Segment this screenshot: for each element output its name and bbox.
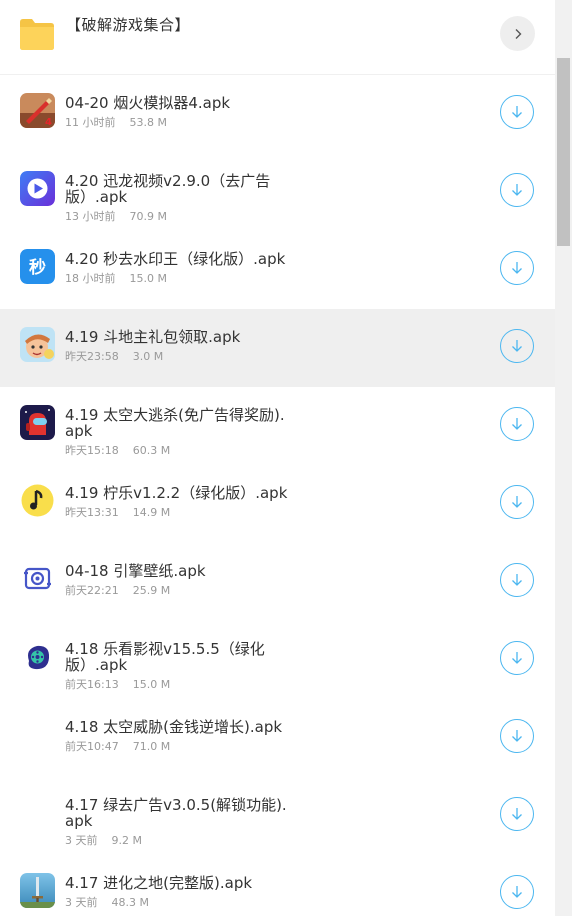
folder-icon bbox=[18, 14, 56, 52]
file-size: 14.9 M bbox=[132, 506, 171, 519]
download-arrow-icon bbox=[512, 418, 522, 430]
play-icon bbox=[20, 171, 55, 206]
file-meta: 前天10:47 71.0 M bbox=[65, 738, 170, 754]
file-name[interactable]: 4.19 斗地主礼包领取.apk bbox=[65, 329, 290, 345]
file-name[interactable]: 4.17 进化之地(完整版).apk bbox=[65, 875, 290, 891]
download-button[interactable] bbox=[500, 407, 534, 441]
download-button[interactable] bbox=[500, 719, 534, 753]
sword-icon bbox=[20, 873, 55, 908]
file-row[interactable]: 4.20 迅龙视频v2.9.0（去广告版）.apk 13 小时前 70.9 M bbox=[0, 153, 555, 231]
chevron-right-icon bbox=[515, 28, 521, 39]
file-row[interactable]: 4.17 进化之地(完整版).apk 3 天前 48.3 M bbox=[0, 855, 555, 916]
file-row[interactable]: 4.19 柠乐v1.2.2（绿化版）.apk 昨天13:31 14.9 M bbox=[0, 465, 555, 543]
miao-icon-text: 秒 bbox=[29, 257, 46, 278]
download-button[interactable] bbox=[500, 251, 534, 285]
file-meta: 3 天前 9.2 M bbox=[65, 832, 142, 848]
download-button[interactable] bbox=[500, 875, 534, 909]
file-size: 53.8 M bbox=[129, 116, 167, 129]
file-size: 70.9 M bbox=[129, 210, 167, 223]
download-button[interactable] bbox=[500, 563, 534, 597]
file-meta: 18 小时前 15.0 M bbox=[65, 270, 167, 286]
file-size: 71.0 M bbox=[132, 740, 171, 753]
download-arrow-icon bbox=[512, 652, 522, 664]
file-time: 昨天13:31 bbox=[65, 506, 119, 519]
download-button[interactable] bbox=[500, 173, 534, 207]
blank-icon bbox=[20, 717, 55, 752]
download-arrow-icon bbox=[512, 106, 522, 118]
svg-text:4: 4 bbox=[45, 117, 52, 128]
file-row[interactable]: 4.19 斗地主礼包领取.apk 昨天23:58 3.0 M bbox=[0, 309, 555, 387]
file-meta: 3 天前 48.3 M bbox=[65, 894, 149, 910]
file-name[interactable]: 4.18 乐看影视v15.5.5（绿化版）.apk bbox=[65, 641, 290, 673]
music-note-icon bbox=[20, 483, 55, 518]
download-arrow-icon bbox=[512, 262, 522, 274]
file-row[interactable]: 秒 4.20 秒去水印王（绿化版）.apk 18 小时前 15.0 M bbox=[0, 231, 555, 309]
download-arrow-icon bbox=[512, 184, 522, 196]
file-meta: 13 小时前 70.9 M bbox=[65, 208, 167, 224]
file-size: 15.0 M bbox=[132, 678, 171, 691]
file-row[interactable]: 4.18 乐看影视v15.5.5（绿化版）.apk 前天16:13 15.0 M bbox=[0, 621, 555, 699]
file-time: 13 小时前 bbox=[65, 210, 116, 223]
file-time: 11 小时前 bbox=[65, 116, 116, 129]
file-size: 15.0 M bbox=[129, 272, 167, 285]
download-arrow-icon bbox=[512, 496, 522, 508]
file-meta: 前天22:21 25.9 M bbox=[65, 582, 170, 598]
file-time: 前天10:47 bbox=[65, 740, 119, 753]
folder-header[interactable]: 【破解游戏集合】 bbox=[0, 0, 555, 75]
download-arrow-icon bbox=[512, 340, 522, 352]
download-arrow-icon bbox=[512, 574, 522, 586]
file-name[interactable]: 4.20 秒去水印王（绿化版）.apk bbox=[65, 251, 290, 267]
fireworks-icon: 4 bbox=[20, 93, 55, 128]
film-reel-icon bbox=[20, 639, 55, 674]
folder-open-button[interactable] bbox=[500, 16, 535, 51]
file-browser: 【破解游戏集合】 4 04-20 烟火模拟器4.apk 11 小时前 53.8 M 4.… bbox=[0, 0, 555, 916]
file-size: 9.2 M bbox=[111, 834, 142, 847]
download-button[interactable] bbox=[500, 485, 534, 519]
file-name[interactable]: 4.17 绿去广告v3.0.5(解锁功能).apk bbox=[65, 797, 290, 829]
download-button[interactable] bbox=[500, 329, 534, 363]
download-arrow-icon bbox=[512, 730, 522, 742]
cartoon-face-icon bbox=[20, 327, 55, 362]
file-size: 3.0 M bbox=[132, 350, 164, 363]
file-name[interactable]: 4.19 柠乐v1.2.2（绿化版）.apk bbox=[65, 485, 290, 501]
file-time: 3 天前 bbox=[65, 896, 98, 909]
file-list: 4 04-20 烟火模拟器4.apk 11 小时前 53.8 M 4.20 迅龙视频v2… bbox=[0, 75, 555, 916]
download-arrow-icon bbox=[512, 808, 522, 820]
file-meta: 昨天13:31 14.9 M bbox=[65, 504, 170, 520]
file-name[interactable]: 4.18 太空威胁(金钱逆增长).apk bbox=[65, 719, 290, 735]
file-time: 昨天23:58 bbox=[65, 350, 119, 363]
file-row[interactable]: 4.18 太空威胁(金钱逆增长).apk 前天10:47 71.0 M bbox=[0, 699, 555, 777]
file-time: 3 天前 bbox=[65, 834, 98, 847]
blank-icon bbox=[20, 795, 55, 830]
folder-title: 【破解游戏集合】 bbox=[66, 16, 191, 34]
file-meta: 前天16:13 15.0 M bbox=[65, 676, 170, 692]
file-time: 昨天15:18 bbox=[65, 444, 119, 457]
file-meta: 昨天15:18 60.3 M bbox=[65, 442, 170, 458]
file-meta: 11 小时前 53.8 M bbox=[65, 114, 167, 130]
download-button[interactable] bbox=[500, 641, 534, 675]
miao-icon: 秒 bbox=[20, 249, 55, 284]
file-size: 48.3 M bbox=[111, 896, 149, 909]
file-row[interactable]: 4 04-20 烟火模拟器4.apk 11 小时前 53.8 M bbox=[0, 75, 555, 153]
download-arrow-icon bbox=[512, 886, 522, 898]
file-size: 60.3 M bbox=[132, 444, 171, 457]
space-crew-icon bbox=[20, 405, 55, 440]
file-size: 25.9 M bbox=[132, 584, 171, 597]
scrollbar[interactable] bbox=[555, 0, 572, 916]
file-row[interactable]: 4.19 太空大逃杀(免广告得奖励).apk 昨天15:18 60.3 M bbox=[0, 387, 555, 465]
file-time: 前天16:13 bbox=[65, 678, 119, 691]
gear-icon bbox=[20, 561, 55, 596]
file-time: 前天22:21 bbox=[65, 584, 119, 597]
file-name[interactable]: 04-18 引擎壁纸.apk bbox=[65, 563, 290, 579]
file-row[interactable]: 04-18 引擎壁纸.apk 前天22:21 25.9 M bbox=[0, 543, 555, 621]
file-name[interactable]: 4.20 迅龙视频v2.9.0（去广告版）.apk bbox=[65, 173, 290, 205]
download-button[interactable] bbox=[500, 797, 534, 831]
file-name[interactable]: 04-20 烟火模拟器4.apk bbox=[65, 95, 290, 111]
file-meta: 昨天23:58 3.0 M bbox=[65, 348, 163, 364]
file-name[interactable]: 4.19 太空大逃杀(免广告得奖励).apk bbox=[65, 407, 290, 439]
file-time: 18 小时前 bbox=[65, 272, 116, 285]
file-row[interactable]: 4.17 绿去广告v3.0.5(解锁功能).apk 3 天前 9.2 M bbox=[0, 777, 555, 855]
scrollbar-thumb[interactable] bbox=[557, 58, 570, 246]
download-button[interactable] bbox=[500, 95, 534, 129]
